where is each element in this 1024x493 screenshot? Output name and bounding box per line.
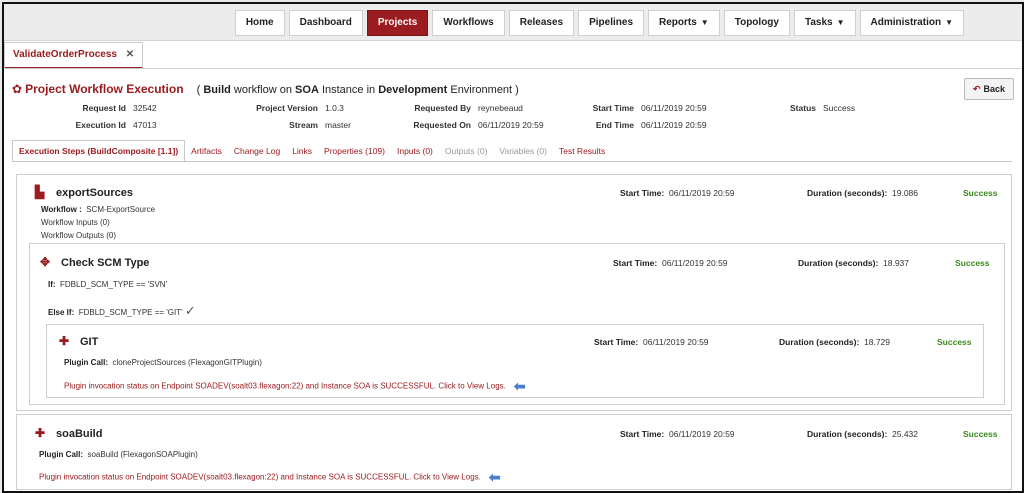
page-subtitle: ( Build workflow on SOA Instance in Deve…: [196, 84, 519, 96]
step-start-time: Start Time: 06/11/2019 20:59: [613, 258, 728, 268]
arrow-left-icon: ⬅: [513, 378, 526, 394]
gear-icon: ✿: [12, 82, 23, 96]
detail-tabs: Execution Steps (BuildComposite [1.1]) A…: [12, 139, 611, 163]
nav-projects[interactable]: Projects: [366, 10, 429, 36]
checkmark-icon: ✓: [184, 303, 196, 318]
step-duration: Duration (seconds): 19.086: [807, 188, 919, 198]
back-arrow-icon: ↶: [972, 84, 981, 94]
tab-execution-steps[interactable]: Execution Steps (BuildComposite [1.1]): [12, 139, 186, 163]
meta-requested-on: Requested On 06/11/2019 20:59: [413, 120, 544, 130]
tab-change-log[interactable]: Change Log: [228, 146, 286, 156]
tab-links[interactable]: Links: [286, 146, 318, 156]
page-title: Project Workflow Execution: [25, 82, 184, 96]
meta-project-version: Project Version 1.0.3: [256, 103, 344, 113]
app-frame: Home Dashboard Projects Workflows Releas…: [2, 2, 1024, 493]
step-start-time: Start Time: 06/11/2019 20:59: [620, 429, 735, 439]
step-status: Success: [937, 337, 972, 347]
step-title[interactable]: ✚ GIT: [59, 334, 98, 348]
workflow-outputs: Workflow Outputs (0): [41, 231, 116, 240]
nav-dashboard[interactable]: Dashboard: [288, 10, 363, 36]
tab-inputs[interactable]: Inputs (0): [391, 146, 439, 156]
nav-tasks[interactable]: Tasks ▼: [793, 10, 856, 36]
if-condition: If: FDBLD_SCM_TYPE == 'SVN': [48, 280, 168, 289]
meta-request-id: Request Id 32542: [82, 103, 157, 113]
chevron-down-icon: ▼: [700, 18, 709, 27]
tab-outputs[interactable]: Outputs (0): [439, 146, 494, 156]
divider: [12, 161, 1012, 162]
view-logs-link[interactable]: Plugin invocation status on Endpoint SOA…: [64, 378, 526, 395]
step-duration: Duration (seconds): 18.937: [798, 258, 910, 268]
divider: [4, 68, 1022, 69]
step-title[interactable]: ✥ Check SCM Type: [40, 255, 149, 269]
step-start-time: Start Time: 06/11/2019 20:59: [620, 188, 735, 198]
tab-properties[interactable]: Properties (109): [318, 146, 391, 156]
meta-stream: Stream master: [289, 120, 351, 130]
document-tab[interactable]: ValidateOrderProcess ✕: [4, 42, 144, 69]
meta-end-time: End Time 06/11/2019 20:59: [595, 120, 707, 130]
step-duration: Duration (seconds): 25.432: [807, 429, 919, 439]
step-status: Success: [955, 258, 990, 268]
step-panel-soa-build: ✚ soaBuild Start Time: 06/11/2019 20:59 D…: [16, 414, 1012, 490]
chevron-down-icon: ▼: [945, 18, 953, 27]
else-if-condition: Else If: FDBLD_SCM_TYPE == 'GIT' ✓: [48, 303, 196, 318]
nav-pipelines[interactable]: Pipelines: [578, 10, 644, 36]
back-button[interactable]: ↶ Back: [964, 78, 1014, 100]
nav-workflows[interactable]: Workflows: [432, 10, 505, 36]
nav-reports[interactable]: Reports ▼: [648, 10, 720, 36]
plugin-call: Plugin Call: cloneProjectSources (Flexag…: [64, 358, 262, 367]
decision-icon: ✥: [40, 255, 51, 269]
chevron-down-icon: ▼: [836, 18, 845, 27]
nav-home[interactable]: Home: [234, 10, 285, 36]
step-duration: Duration (seconds): 18.729: [779, 337, 891, 347]
plugin-call: Plugin Call: soaBuild (FlexagonSOAPlugin…: [39, 450, 198, 459]
tab-test-results[interactable]: Test Results: [553, 146, 611, 156]
workflow-name: Workflow : SCM-ExportSource: [41, 205, 156, 214]
top-nav: Home Dashboard Projects Workflows Releas…: [4, 4, 1022, 41]
close-icon[interactable]: ✕: [126, 49, 134, 60]
nav-administration[interactable]: Administration ▼: [859, 10, 964, 36]
meta-execution-id: Execution Id 47013: [75, 120, 157, 130]
nav-releases[interactable]: Releases: [508, 10, 575, 36]
step-status: Success: [963, 188, 998, 198]
tab-artifacts[interactable]: Artifacts: [185, 146, 228, 156]
step-title[interactable]: ✚ soaBuild: [35, 426, 102, 440]
meta-requested-by: Requested By reynebeaud: [414, 103, 523, 113]
workflow-inputs: Workflow Inputs (0): [41, 218, 110, 227]
step-panel-export-sources: ▙ exportSources Start Time: 06/11/2019 20…: [16, 174, 1012, 411]
plugin-icon: ✚: [59, 334, 70, 348]
step-title[interactable]: ▙ exportSources: [35, 185, 133, 199]
view-logs-link[interactable]: Plugin invocation status on Endpoint SOA…: [39, 469, 501, 486]
step-status: Success: [963, 429, 998, 439]
step-panel-git: ✚ GIT Start Time: 06/11/2019 20:59 Durati…: [46, 324, 984, 398]
arrow-left-icon: ⬅: [488, 469, 501, 485]
plugin-icon: ✚: [35, 426, 46, 440]
page-header: ✿ Project Workflow Execution ( Build work…: [12, 82, 519, 96]
step-panel-check-scm-type: ✥ Check SCM Type Start Time: 06/11/2019 2…: [29, 243, 1005, 405]
workflow-icon: ▙: [35, 185, 45, 199]
step-start-time: Start Time: 06/11/2019 20:59: [594, 337, 709, 347]
tab-variables[interactable]: Variables (0): [493, 146, 553, 156]
meta-status: Status Success: [790, 103, 856, 113]
meta-start-time: Start Time 06/11/2019 20:59: [592, 103, 707, 113]
status-badge: Success: [823, 103, 856, 113]
document-tab-label: ValidateOrderProcess: [13, 49, 117, 60]
nav-topology[interactable]: Topology: [723, 10, 790, 36]
